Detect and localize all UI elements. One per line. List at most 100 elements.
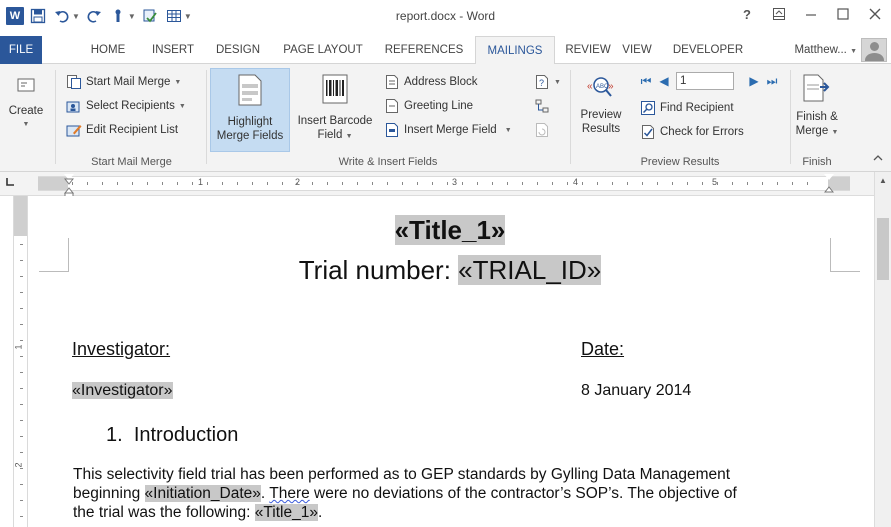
vertical-scrollbar[interactable]: ▲: [874, 172, 891, 527]
vertical-ruler[interactable]: 1 2: [13, 196, 28, 527]
highlight-fields-icon: [236, 73, 264, 107]
margin-corner-left: [39, 238, 69, 272]
horizontal-ruler[interactable]: 1 2 3 4 5: [38, 174, 850, 199]
tab-page-layout[interactable]: PAGE LAYOUT: [280, 36, 366, 64]
ruler-tick: [717, 182, 718, 185]
edit-list-icon: [66, 122, 82, 138]
help-button[interactable]: ?: [731, 0, 763, 28]
rules-button[interactable]: ? ▼: [534, 72, 561, 92]
grammar-flagged-word[interactable]: There: [269, 485, 310, 502]
document-title[interactable]: «Title_1»: [70, 215, 830, 246]
check-for-errors-button[interactable]: Check for Errors: [640, 122, 744, 142]
merge-field-trial-id[interactable]: «TRIAL_ID»: [458, 255, 602, 285]
last-record-icon[interactable]: ⏭: [766, 74, 778, 89]
select-recipients-button[interactable]: Select Recipients ▼: [66, 96, 186, 116]
envelope-icon: [15, 74, 37, 96]
introduction-paragraph[interactable]: This selectivity field trial has been pe…: [73, 465, 873, 522]
vertical-ruler-tick: [20, 340, 23, 341]
date-heading[interactable]: Date:: [581, 339, 624, 360]
tab-developer[interactable]: DEVELOPER: [665, 36, 751, 64]
finish-label-1: Finish &: [796, 111, 838, 123]
address-block-icon: [384, 74, 400, 90]
insert-merge-field-icon: [384, 122, 400, 138]
ruler-tick: [327, 182, 328, 185]
ruler-tick: [687, 182, 688, 185]
greeting-line-button[interactable]: Greeting Line: [384, 96, 473, 116]
tab-view[interactable]: VIEW: [618, 36, 656, 64]
ruler-tick: [357, 182, 358, 185]
ruler-number: 4: [573, 177, 579, 187]
window-controls: ?: [731, 0, 891, 28]
match-fields-button[interactable]: [534, 96, 550, 116]
paragraph-text: .: [260, 485, 270, 502]
ruler-tick: [372, 182, 373, 185]
ruler-tick: [207, 182, 208, 185]
finish-group-label: Finish: [802, 156, 832, 168]
right-indent-icon[interactable]: [824, 174, 834, 193]
tab-insert[interactable]: INSERT: [147, 36, 199, 64]
vertical-ruler-top-margin: [14, 196, 27, 236]
trial-number-line[interactable]: Trial number: «TRIAL_ID»: [70, 255, 830, 286]
merge-field-title-inline[interactable]: «Title_1»: [254, 504, 318, 521]
tab-home[interactable]: HOME: [82, 36, 134, 64]
highlight-merge-fields-button[interactable]: Highlight Merge Fields: [210, 68, 290, 152]
section-number: 1.: [106, 424, 123, 446]
ruler-tick: [132, 182, 133, 185]
record-number-input[interactable]: 1: [676, 72, 734, 90]
ruler-tick: [387, 182, 388, 185]
ruler-tick: [657, 182, 658, 185]
collapse-ribbon-icon[interactable]: [873, 154, 883, 165]
start-mail-merge-button[interactable]: Start Mail Merge ▼: [66, 72, 181, 92]
ruler-tick: [492, 182, 493, 185]
tab-review[interactable]: REVIEW: [562, 36, 614, 64]
update-labels-button[interactable]: [534, 120, 550, 140]
date-value[interactable]: 8 January 2014: [581, 382, 691, 400]
ruler-tick: [642, 182, 643, 185]
ribbon-display-options-icon[interactable]: [763, 0, 795, 28]
next-record-icon[interactable]: ▶: [748, 74, 760, 88]
vertical-ruler-tick: [20, 308, 23, 309]
preview-results-button[interactable]: «ABC» Preview Results: [574, 72, 628, 136]
section-heading[interactable]: 1. Introduction: [106, 424, 238, 447]
highlight-label-1: Highlight: [227, 116, 273, 128]
tab-design[interactable]: DESIGN: [211, 36, 265, 64]
tab-selector-icon[interactable]: [2, 176, 18, 192]
find-recipient-button[interactable]: Find Recipient: [640, 98, 734, 118]
account-label: Matthew...: [794, 44, 847, 56]
tab-references[interactable]: REFERENCES: [383, 36, 465, 64]
investigator-field-line[interactable]: «Investigator»: [72, 382, 173, 400]
vertical-ruler-tick: [20, 452, 23, 453]
insert-barcode-field-button[interactable]: Insert Barcode Field ▼: [292, 72, 378, 144]
merge-field-investigator[interactable]: «Investigator»: [72, 382, 173, 399]
scroll-up-icon[interactable]: ▲: [875, 174, 891, 188]
account-name[interactable]: Matthew... ▼: [794, 36, 857, 64]
paragraph-line-1: This selectivity field trial has been pe…: [73, 466, 731, 483]
update-labels-icon: [534, 122, 550, 138]
merge-field-title[interactable]: «Title_1»: [394, 215, 506, 245]
account-dropdown-icon[interactable]: ▼: [850, 48, 857, 55]
merge-field-initiation-date[interactable]: «Initiation_Date»: [144, 485, 261, 502]
tab-file[interactable]: FILE: [0, 36, 42, 64]
finish-merge-button[interactable]: Finish & Merge ▼: [794, 72, 840, 140]
insert-merge-field-button[interactable]: Insert Merge Field ▼: [384, 120, 512, 140]
ruler-tick: [297, 182, 298, 185]
minimize-icon[interactable]: [795, 0, 827, 28]
start-mail-merge-label: Start Mail Merge: [86, 76, 171, 88]
previous-record-icon[interactable]: ◀: [658, 74, 670, 88]
maximize-icon[interactable]: [827, 0, 859, 28]
find-recipient-icon: [640, 100, 656, 116]
vertical-ruler-tick: [20, 516, 23, 517]
tab-mailings[interactable]: MAILINGS: [475, 36, 555, 65]
svg-text:»: »: [608, 81, 614, 92]
avatar[interactable]: [861, 38, 887, 62]
first-line-indent-icon[interactable]: [64, 174, 74, 199]
match-fields-icon: [534, 98, 550, 114]
address-block-button[interactable]: Address Block: [384, 72, 478, 92]
close-icon[interactable]: [859, 0, 891, 28]
create-button[interactable]: Create ▼: [4, 74, 48, 132]
ruler-tick: [72, 182, 73, 185]
edit-recipient-list-button[interactable]: Edit Recipient List: [66, 120, 178, 140]
first-record-icon[interactable]: ⏮: [640, 74, 652, 89]
scrollbar-thumb[interactable]: [877, 218, 889, 280]
investigator-heading[interactable]: Investigator:: [72, 339, 170, 360]
